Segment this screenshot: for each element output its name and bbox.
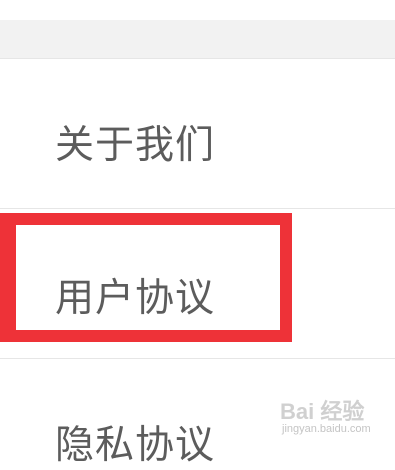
menu-item-label: 关于我们 <box>55 123 216 168</box>
menu-item-label: 隐私协议 <box>55 423 216 468</box>
menu-item-about-us[interactable]: 关于我们 <box>0 59 395 208</box>
menu-item-privacy-agreement[interactable]: 隐私协议 <box>0 359 395 468</box>
menu-item-user-agreement[interactable]: 用户协议 <box>0 209 395 358</box>
top-strip <box>0 0 395 20</box>
section-separator <box>0 20 395 58</box>
menu-item-label: 用户协议 <box>55 276 216 321</box>
